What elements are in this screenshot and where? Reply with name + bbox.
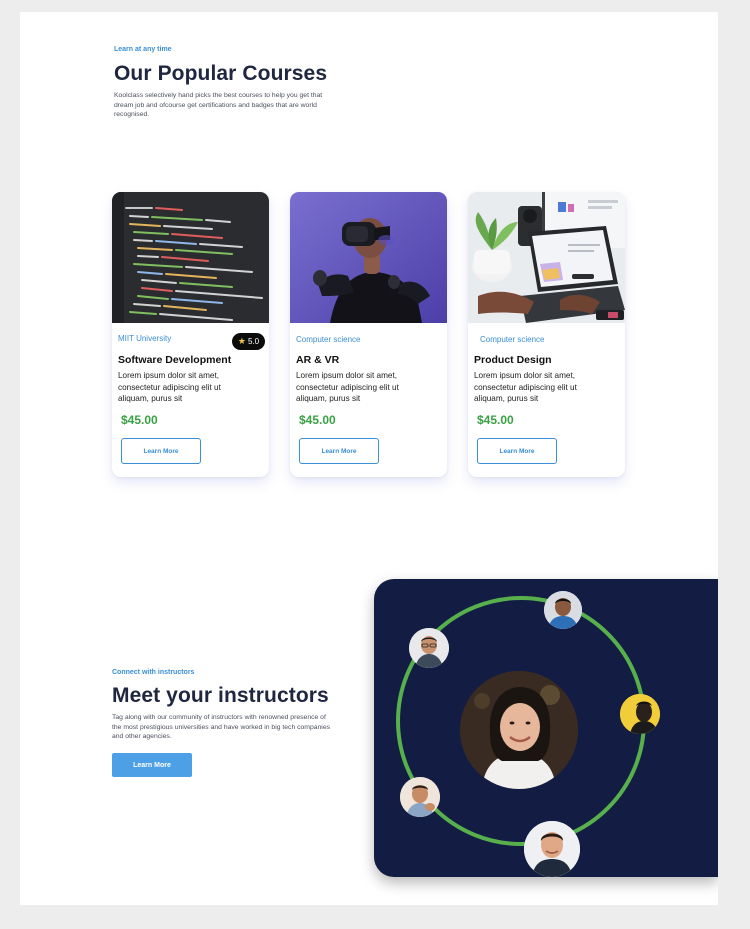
course-description-line: Lorem ipsum dolor sit amet,: [474, 371, 576, 380]
course-price: $45.00: [121, 413, 158, 427]
courses-description-line: dream job and ofcourse get certification…: [114, 101, 317, 109]
instructors-title: Meet your instructors: [112, 684, 329, 707]
courses-description-line: Koolclass selectively hand picks the bes…: [114, 92, 323, 99]
rating-value: 5.0: [247, 337, 260, 346]
learn-more-button[interactable]: Learn More: [477, 438, 557, 464]
course-card[interactable]: Computer science Product Design Lorem ip…: [468, 192, 625, 477]
instructors-panel: [374, 579, 718, 877]
instructors-description-line: Tag along with our community of instruct…: [112, 714, 326, 721]
course-description: Lorem ipsum dolor sit amet, consectetur …: [118, 370, 258, 405]
course-description-line: consectetur adipiscing elit ut: [296, 382, 399, 392]
course-description-line: Lorem ipsum dolor sit amet,: [296, 371, 398, 380]
course-category: MIIT University: [118, 334, 172, 343]
course-card[interactable]: MIIT University ★ 5.0 Software Developme…: [112, 192, 269, 477]
laptop-desk-image: [468, 192, 625, 323]
page: Learn at any time Our Popular Courses Ko…: [20, 12, 718, 905]
instructor-avatar[interactable]: [544, 591, 582, 629]
rating-badge: ★ 5.0: [232, 333, 265, 350]
instructors-description: Tag along with our community of instruct…: [112, 713, 330, 742]
instructor-avatar[interactable]: [400, 777, 440, 817]
course-price: $45.00: [299, 413, 336, 427]
course-title: AR & VR: [296, 354, 340, 366]
courses-description-line: recognised.: [114, 111, 150, 118]
course-price: $45.00: [477, 413, 514, 427]
instructors-eyebrow: Connect with instructors: [112, 669, 195, 676]
learn-more-button[interactable]: Learn More: [299, 438, 379, 464]
course-description-line: aliquam, purus sit: [118, 394, 183, 403]
course-description-line: Lorem ipsum dolor sit amet,: [118, 371, 220, 380]
learn-more-button[interactable]: Learn More: [121, 438, 201, 464]
course-title: Product Design: [474, 354, 552, 366]
vr-headset-image: [290, 192, 447, 323]
instructor-avatar-main[interactable]: [460, 671, 578, 789]
course-description-line: consectetur adipiscing elit ut: [474, 382, 577, 392]
instructor-avatar[interactable]: [524, 821, 580, 877]
course-card[interactable]: Computer science AR & VR Lorem ipsum dol…: [290, 192, 447, 477]
instructors-learn-more-button[interactable]: Learn More: [112, 753, 192, 777]
course-description: Lorem ipsum dolor sit amet, consectetur …: [296, 370, 436, 405]
course-title: Software Development: [118, 354, 232, 366]
instructor-avatar[interactable]: [620, 694, 660, 734]
course-category: Computer science: [480, 335, 545, 344]
course-category: Computer science: [296, 335, 361, 344]
course-description-line: consectetur adipiscing elit ut: [118, 382, 221, 392]
instructors-description-line: the most prestigious universities and ha…: [112, 723, 330, 731]
code-editor-image: [112, 192, 269, 323]
instructors-description-line: and other agencies.: [112, 733, 172, 740]
course-description: Lorem ipsum dolor sit amet, consectetur …: [474, 370, 614, 405]
instructor-avatar[interactable]: [409, 628, 449, 668]
course-description-line: aliquam, purus sit: [296, 394, 361, 403]
courses-title: Our Popular Courses: [114, 62, 328, 85]
star-icon: ★: [237, 336, 246, 346]
courses-eyebrow: Learn at any time: [114, 46, 172, 53]
course-description-line: aliquam, purus sit: [474, 394, 539, 403]
courses-description: Koolclass selectively hand picks the bes…: [114, 91, 322, 120]
